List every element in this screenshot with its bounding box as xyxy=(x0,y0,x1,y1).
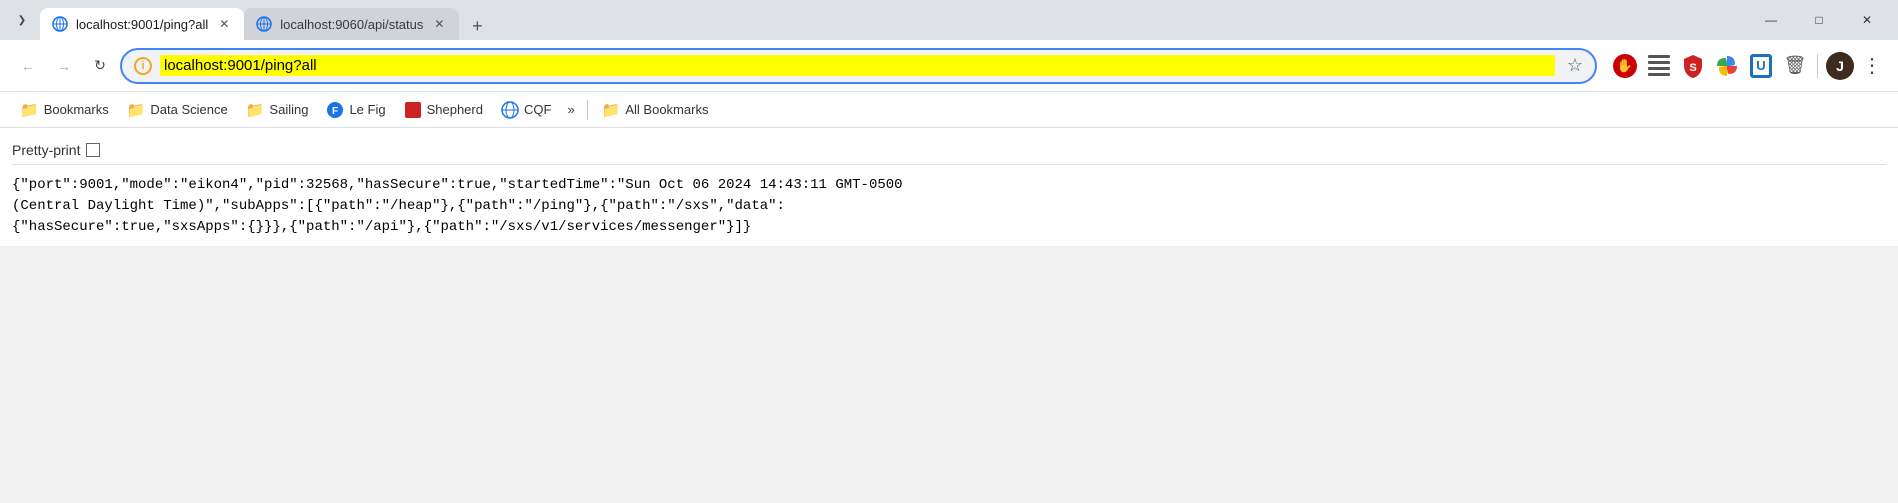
folder-icon: 📁 xyxy=(127,101,146,119)
chevron-down-icon: ❯ xyxy=(18,15,26,26)
bookmark-label-sailing: Sailing xyxy=(269,102,308,117)
bookmark-label-bookmarks: Bookmarks xyxy=(44,102,109,117)
pretty-print-bar: Pretty-print xyxy=(12,136,1886,165)
minimize-button[interactable]: — xyxy=(1748,0,1794,40)
bookmark-star-icon[interactable]: ☆ xyxy=(1567,55,1583,76)
folder-icon: 📁 xyxy=(20,101,39,119)
adblock-icon-btn[interactable]: ✋ xyxy=(1609,50,1641,82)
info-label: i xyxy=(141,60,144,72)
stack-icon-btn[interactable] xyxy=(1643,50,1675,82)
red-circle-icon: ✋ xyxy=(1613,54,1637,78)
json-content: {"port":9001,"mode":"eikon4","pid":32568… xyxy=(12,175,1886,238)
address-text[interactable]: localhost:9001/ping?all xyxy=(160,55,1555,76)
tab-1-close-btn[interactable]: ✕ xyxy=(216,16,232,32)
bookmarks-divider xyxy=(587,100,588,120)
tab-1-title: localhost:9001/ping?all xyxy=(76,17,208,32)
toolbar-divider xyxy=(1817,54,1818,78)
address-bar[interactable]: i localhost:9001/ping?all ☆ xyxy=(120,48,1597,84)
all-bookmarks-label: All Bookmarks xyxy=(625,102,708,117)
tab-1-favicon xyxy=(52,16,68,32)
svg-text:S: S xyxy=(1689,62,1696,74)
trash-icon: 🗑 xyxy=(1784,54,1806,78)
toolbar-icons: ✋ S xyxy=(1609,49,1886,82)
tab-2-favicon xyxy=(256,16,272,32)
bookmarks-bar: 📁 Bookmarks 📁 Data Science 📁 Sailing F L… xyxy=(0,92,1898,128)
all-bookmarks-folder-icon: 📁 xyxy=(602,101,621,119)
reload-button[interactable]: ↻ xyxy=(84,50,116,82)
bookmark-item-bookmarks[interactable]: 📁 Bookmarks xyxy=(12,97,117,123)
bookmark-item-shepherd[interactable]: Shepherd xyxy=(396,97,491,123)
tab-2-title: localhost:9060/api/status xyxy=(280,17,423,32)
shield-icon-btn[interactable]: S xyxy=(1677,50,1709,82)
colorful-icon-btn[interactable] xyxy=(1711,50,1743,82)
window-controls: — □ ✕ xyxy=(1748,0,1890,40)
address-info-icon: i xyxy=(134,57,152,75)
profile-avatar-btn[interactable]: J xyxy=(1824,50,1856,82)
le-fig-icon: F xyxy=(326,101,344,119)
svg-text:F: F xyxy=(332,106,338,117)
tab-2-close-btn[interactable]: ✕ xyxy=(431,16,447,32)
bitwarden-icon-btn[interactable]: U xyxy=(1745,50,1777,82)
close-button[interactable]: ✕ xyxy=(1844,0,1890,40)
bookmark-item-all-bookmarks[interactable]: 📁 All Bookmarks xyxy=(594,97,717,123)
trash-icon-btn[interactable]: 🗑 xyxy=(1779,50,1811,82)
overflow-chevron-icon: » xyxy=(567,102,574,117)
shepherd-icon xyxy=(404,101,422,119)
tab-1[interactable]: localhost:9001/ping?all ✕ xyxy=(40,8,244,40)
cqf-icon xyxy=(501,101,519,119)
bookmark-item-sailing[interactable]: 📁 Sailing xyxy=(238,97,317,123)
bookmark-item-le-fig[interactable]: F Le Fig xyxy=(318,97,393,123)
nav-bar: ← → ↻ i localhost:9001/ping?all ☆ ✋ xyxy=(0,40,1898,92)
bookmark-item-cqf[interactable]: CQF xyxy=(493,97,559,123)
bookmark-label-data-science: Data Science xyxy=(150,102,227,117)
u-shield-icon: U xyxy=(1750,54,1772,78)
new-tab-button[interactable]: + xyxy=(463,12,491,40)
bookmark-item-data-science[interactable]: 📁 Data Science xyxy=(119,97,236,123)
shield-icon: S xyxy=(1682,54,1704,78)
stack-icon xyxy=(1648,55,1670,76)
title-bar: ❯ localhost:9001/ping?all ✕ xyxy=(0,0,1898,40)
tab-2[interactable]: localhost:9060/api/status ✕ xyxy=(244,8,459,40)
more-options-btn[interactable]: ⋮ xyxy=(1858,49,1886,82)
pretty-print-checkbox[interactable] xyxy=(86,143,100,157)
content-area: Pretty-print {"port":9001,"mode":"eikon4… xyxy=(0,128,1898,246)
avatar-initial: J xyxy=(1836,58,1844,74)
tab-strip-expand-btn[interactable]: ❯ xyxy=(8,6,36,34)
bookmark-label-cqf: CQF xyxy=(524,102,551,117)
maximize-button[interactable]: □ xyxy=(1796,0,1842,40)
back-button[interactable]: ← xyxy=(12,50,44,82)
bookmark-label-shepherd: Shepherd xyxy=(427,102,483,117)
folder-icon: 📁 xyxy=(246,101,265,119)
bookmark-label-le-fig: Le Fig xyxy=(349,102,385,117)
bookmarks-overflow-btn[interactable]: » xyxy=(561,98,580,121)
forward-button[interactable]: → xyxy=(48,50,80,82)
colorful-pinwheel-icon xyxy=(1715,54,1739,78)
profile-avatar: J xyxy=(1826,52,1854,80)
pretty-print-label: Pretty-print xyxy=(12,142,80,158)
tab-list: localhost:9001/ping?all ✕ localhost:9060… xyxy=(40,0,1744,40)
